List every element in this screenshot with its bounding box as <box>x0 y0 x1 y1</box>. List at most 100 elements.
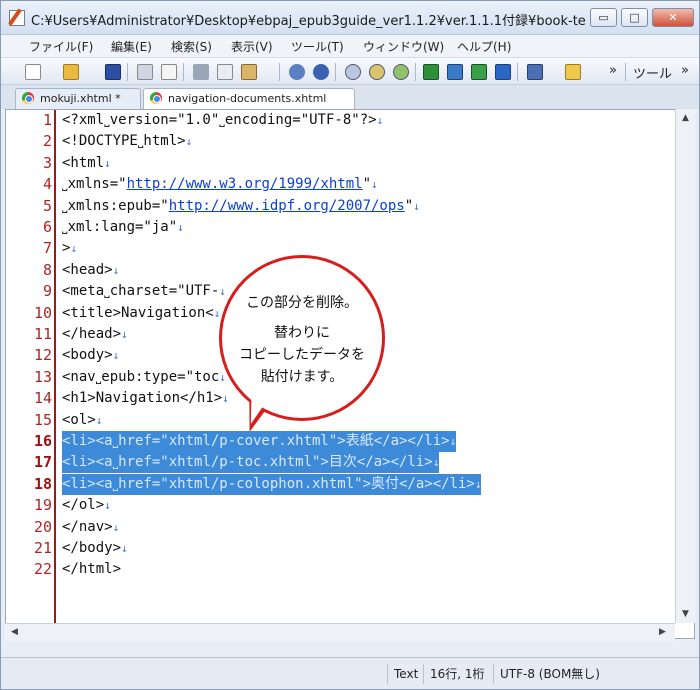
line-number: 22 <box>33 560 52 579</box>
callout-bubble: この部分を削除。 替わりに コピーしたデータを 貼付けます。 <box>219 255 385 421</box>
menu-bar: ファイル(F) 編集(E) 検索(S) 表示(V) ツール(T) ウィンドウ(W… <box>1 35 699 57</box>
status-bar: Text 16行, 1桁 UTF-8 (BOM無し) <box>1 657 699 689</box>
menu-window[interactable]: ウィンドウ(W) <box>363 38 444 55</box>
code-line[interactable]: ˽xmlns="http://www.w3.org/1999/xhtml"↓ <box>62 174 378 195</box>
code-line[interactable]: <nav˽epub:type="toc↓ <box>62 367 226 388</box>
print-preview-icon[interactable] <box>161 64 177 80</box>
scroll-left-icon[interactable]: ◀ <box>11 627 18 637</box>
code-line[interactable]: </head>↓ <box>62 324 128 345</box>
line-number: 16 <box>33 432 52 450</box>
open-folder-icon[interactable] <box>63 64 79 80</box>
app-icon <box>9 10 25 26</box>
code-line[interactable]: ˽xmlns:epub="http://www.idpf.org/2007/op… <box>62 196 420 217</box>
code-line[interactable]: <body>↓ <box>62 345 119 366</box>
line-number: 6 <box>42 218 52 236</box>
eol-marker: ↓ <box>177 221 184 234</box>
line-number: 14 <box>33 389 52 408</box>
close-button[interactable]: ✕ <box>652 8 694 27</box>
find-icon[interactable] <box>345 64 361 80</box>
code-line[interactable]: <ol>↓ <box>62 410 102 431</box>
tab-label: mokuji.xhtml * <box>40 92 121 105</box>
view-toggle-icon[interactable] <box>423 64 439 80</box>
line-number: 12 <box>33 346 52 365</box>
eol-marker: ↓ <box>95 413 103 427</box>
tools-toolbar-label[interactable]: ツール <box>633 63 672 82</box>
code-line[interactable]: <title>Navigation<↓ <box>62 303 220 324</box>
eol-marker: ↓ <box>449 435 457 448</box>
macro-icon[interactable] <box>565 64 581 80</box>
eol-marker: ↓ <box>104 499 111 513</box>
tab-mokuji[interactable]: mokuji.xhtml * <box>15 88 141 109</box>
editor-window: C:¥Users¥Administrator¥Desktop¥ebpaj_epu… <box>0 0 700 690</box>
eol-marker: ↓ <box>185 135 193 149</box>
code-line[interactable]: ˽xml:lang="ja"↓ <box>62 217 184 238</box>
settings-icon[interactable] <box>527 64 543 80</box>
eol-marker: ↓ <box>474 477 482 491</box>
vertical-scrollbar[interactable]: ▲ ▼ <box>675 109 695 623</box>
code-line[interactable]: </body>↓ <box>62 538 128 559</box>
undo-icon[interactable] <box>289 64 305 80</box>
redo-icon[interactable] <box>313 64 329 80</box>
callout-line-3: コピーしたデータを <box>239 347 365 363</box>
scroll-up-icon[interactable]: ▲ <box>682 113 689 123</box>
code-line[interactable]: <h1>Navigation</h1>↓ <box>62 388 229 409</box>
code-line[interactable]: </html> <box>62 559 121 580</box>
menu-tools[interactable]: ツール(T) <box>291 38 344 55</box>
toolbar-overflow[interactable]: » <box>609 63 617 78</box>
line-number: 11 <box>33 325 52 343</box>
status-encoding[interactable]: UTF-8 (BOM無し) <box>493 664 606 684</box>
chrome-icon <box>150 92 162 104</box>
line-number: 10 <box>33 303 52 322</box>
tab-navigation-documents[interactable]: navigation-documents.xhtml *× <box>143 88 355 124</box>
maximize-button[interactable]: □ <box>621 8 648 27</box>
replace-icon[interactable] <box>393 64 409 80</box>
status-cursor-position: 16行, 1桁 <box>423 664 491 684</box>
title-bar: C:¥Users¥Administrator¥Desktop¥ebpaj_epu… <box>1 1 699 35</box>
browser-preview-icon[interactable] <box>495 64 511 80</box>
line-number: 7 <box>42 239 52 258</box>
line-number: 19 <box>33 496 52 515</box>
code-line[interactable]: </nav>↓ <box>62 517 119 538</box>
toolbar-overflow-2[interactable]: » <box>681 63 689 78</box>
menu-edit[interactable]: 編集(E) <box>111 38 152 55</box>
line-number: 13 <box>33 367 52 386</box>
code-line[interactable]: <head>↓ <box>62 260 119 281</box>
menu-view[interactable]: 表示(V) <box>231 38 273 55</box>
paste-icon[interactable] <box>241 64 257 80</box>
selected-code-line[interactable]: <li><a˽href="xhtml/p-toc.xhtml">目次</a></… <box>62 452 440 474</box>
save-icon[interactable] <box>105 64 121 80</box>
code-line[interactable]: <html↓ <box>62 153 111 174</box>
refresh-icon[interactable] <box>471 64 487 80</box>
line-number-gutter: 1 2 3 4 5 6 7 8 9 10 11 12 13 14 15 16 17 18 19 20 21 22 <box>6 110 56 638</box>
split-view-icon[interactable] <box>447 64 463 80</box>
code-line[interactable]: </ol>↓ <box>62 495 111 516</box>
code-line[interactable]: <?xml˽version="1.0"˽encoding="UTF-8"?>↓ <box>62 110 383 131</box>
status-mode: Text <box>387 664 424 684</box>
menu-search[interactable]: 検索(S) <box>171 38 212 55</box>
selected-code-line[interactable]: <li><a˽href="xhtml/p-colophon.xhtml">奥付<… <box>62 473 482 495</box>
url-link[interactable]: http://www.w3.org/1999/xhtml <box>127 176 363 192</box>
menu-file[interactable]: ファイル(F) <box>29 38 93 55</box>
code-line[interactable]: <!DOCTYPE˽html>↓ <box>62 131 192 152</box>
find-next-icon[interactable] <box>369 64 385 80</box>
toolbar: » ツール » <box>1 57 699 85</box>
cut-icon[interactable] <box>193 64 209 80</box>
eol-marker: ↓ <box>112 349 120 363</box>
code-line[interactable]: >↓ <box>62 238 77 259</box>
scroll-down-icon[interactable]: ▼ <box>682 609 689 619</box>
scroll-right-icon[interactable]: ▶ <box>659 627 666 637</box>
line-number: 2 <box>42 132 52 151</box>
horizontal-scrollbar[interactable]: ◀ ▶ <box>5 623 675 641</box>
code-line[interactable]: <meta˽charset="UTF-↓ <box>62 281 226 302</box>
url-link[interactable]: http://www.idpf.org/2007/ops <box>169 198 405 214</box>
line-number: 15 <box>33 410 52 429</box>
menu-help[interactable]: ヘルプ(H) <box>457 38 511 55</box>
line-number: 5 <box>42 196 52 215</box>
line-number: 21 <box>33 539 52 557</box>
print-icon[interactable] <box>137 64 153 80</box>
tab-bar: mokuji.xhtml * navigation-documents.xhtm… <box>1 85 699 124</box>
minimize-button[interactable]: ▭ <box>590 8 617 27</box>
eol-marker: ↓ <box>121 328 128 341</box>
new-file-icon[interactable] <box>25 64 41 80</box>
copy-icon[interactable] <box>217 64 233 80</box>
